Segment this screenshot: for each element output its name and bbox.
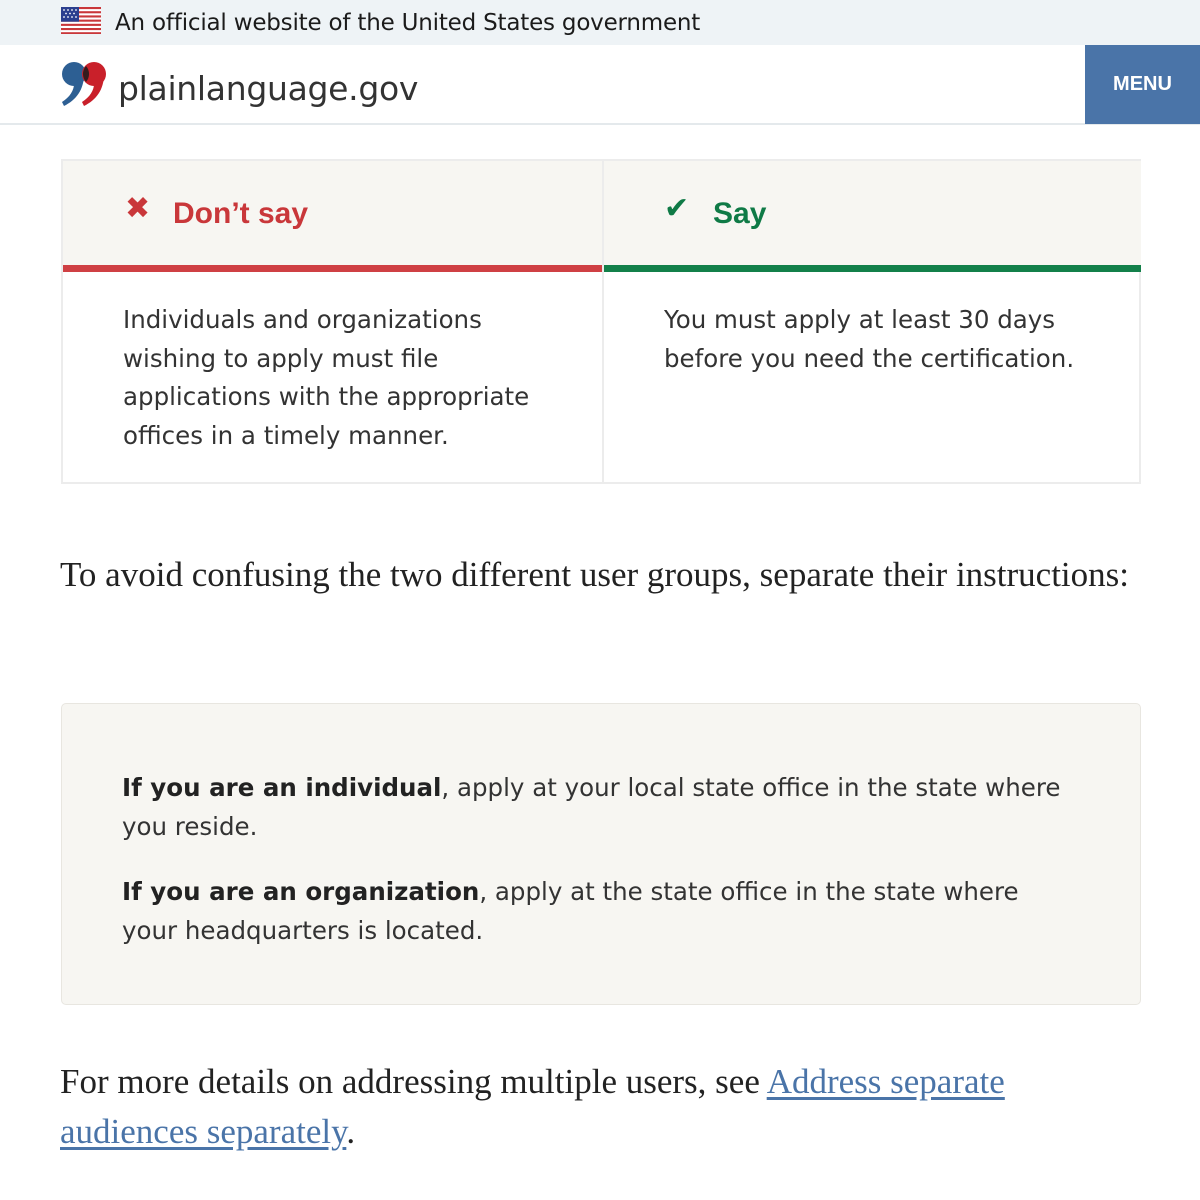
instructions-callout: If you are an individual, apply at your … (61, 703, 1141, 1005)
say-divider (604, 265, 1141, 272)
say-text: You must apply at least 30 days before y… (664, 305, 1075, 373)
individual-instruction: If you are an individual, apply at your … (122, 768, 1062, 846)
dont-say-text: Individuals and organizations wishing to… (123, 305, 530, 450)
check-mark-icon: ✔ (664, 191, 690, 226)
say-header: ✔ Say (604, 161, 1141, 267)
dont-say-say-table: ✖ Don’t say Individuals and organization… (61, 159, 1141, 484)
organization-instruction: If you are an organization, apply at the… (122, 872, 1062, 950)
site-name[interactable]: plainlanguage.gov (118, 69, 418, 108)
dont-say-heading: Don’t say (173, 197, 309, 230)
dont-say-divider (63, 265, 602, 272)
x-mark-icon: ✖ (125, 191, 151, 226)
say-column: ✔ Say You must apply at least 30 days be… (602, 161, 1141, 482)
site-header: plainlanguage.gov MENU (0, 45, 1200, 125)
us-flag-icon (61, 7, 101, 34)
menu-button[interactable]: MENU (1085, 45, 1200, 124)
gov-banner: An official website of the United States… (0, 0, 1200, 45)
details-paragraph: For more details on addressing multiple … (60, 1057, 1140, 1157)
details-prefix: For more details on addressing multiple … (60, 1062, 767, 1101)
dont-say-column: ✖ Don’t say Individuals and organization… (63, 161, 602, 482)
intro-paragraph: To avoid confusing the two different use… (60, 555, 1130, 594)
gov-banner-text: An official website of the United States… (115, 10, 701, 36)
organization-label: If you are an organization (122, 877, 480, 906)
say-heading: Say (713, 197, 767, 230)
details-suffix: . (346, 1112, 356, 1151)
individual-label: If you are an individual (122, 773, 442, 802)
dont-say-header: ✖ Don’t say (63, 161, 602, 267)
quote-marks-logo-icon[interactable] (60, 60, 110, 108)
